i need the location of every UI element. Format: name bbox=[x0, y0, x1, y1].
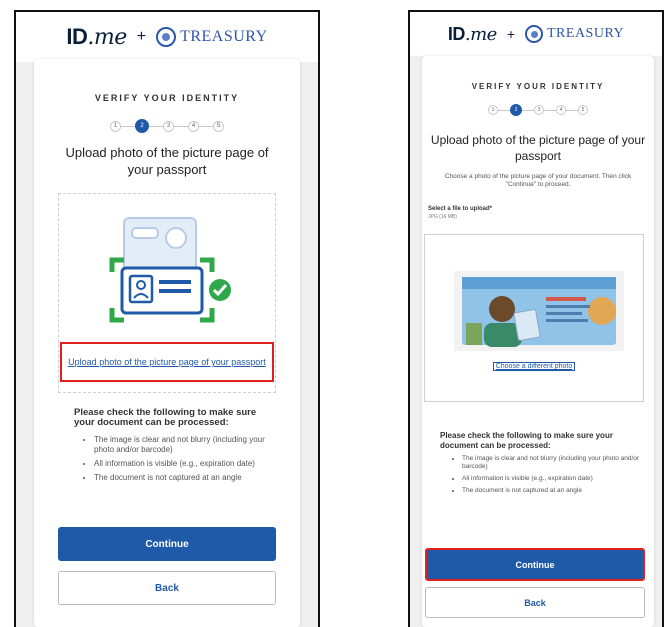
checklist-title: Please check the following to make sure … bbox=[74, 407, 257, 428]
step-title: VERIFY YOUR IDENTITY bbox=[471, 82, 605, 91]
back-button[interactable]: Back bbox=[58, 571, 276, 605]
step-2-active: 2 bbox=[510, 104, 522, 116]
treasury-logo-text: TREASURY bbox=[180, 28, 268, 45]
step-connector bbox=[149, 125, 163, 127]
checklist-item: The document is not captured at an angle bbox=[94, 473, 278, 483]
instruction-text: Choose a photo of the picture page of yo… bbox=[444, 173, 632, 188]
checklist-item: The image is clear and not blurry (inclu… bbox=[94, 435, 278, 455]
page-title: Upload photo of the picture page of your… bbox=[65, 145, 269, 177]
step-connector bbox=[544, 109, 556, 111]
step-connector bbox=[566, 109, 578, 111]
step-5: 5 bbox=[578, 105, 588, 115]
checklist: The image is clear and not blurry (inclu… bbox=[448, 455, 646, 499]
step-connector bbox=[174, 125, 188, 127]
step-1: 1 bbox=[488, 105, 498, 115]
progress-stepper: 1 2 3 4 5 bbox=[422, 104, 654, 116]
id-card-scan-icon bbox=[109, 217, 231, 323]
header-bar: ID.me + TREASURY bbox=[410, 12, 662, 56]
step-connector bbox=[498, 109, 510, 111]
continue-button[interactable]: Continue bbox=[58, 527, 276, 561]
checklist-item: The image is clear and not blurry (inclu… bbox=[462, 455, 646, 471]
upload-preview-box: Choose a different photo bbox=[424, 234, 644, 402]
verification-card: VERIFY YOUR IDENTITY 1 2 3 4 5 Upload ph… bbox=[422, 56, 654, 627]
plus-sign: + bbox=[136, 28, 147, 45]
choose-different-photo-link[interactable]: Choose a different photo bbox=[425, 362, 643, 371]
treasury-seal-icon bbox=[156, 27, 177, 47]
checklist-title: Please check the following to make sure … bbox=[440, 431, 613, 450]
treasury-seal-icon bbox=[525, 25, 543, 43]
step-connector bbox=[199, 125, 213, 127]
treasury-logo-text: TREASURY bbox=[547, 26, 625, 41]
page-title: Upload photo of the picture page of your… bbox=[430, 133, 646, 163]
right-screen: ID.me + TREASURY VERIFY YOUR IDENTITY 1 … bbox=[408, 10, 664, 627]
plus-sign: + bbox=[506, 26, 515, 42]
checklist: The image is clear and not blurry (inclu… bbox=[80, 435, 278, 487]
back-button[interactable]: Back bbox=[425, 587, 645, 618]
step-title: VERIFY YOUR IDENTITY bbox=[94, 93, 240, 103]
checklist-item: The document is not captured at an angle bbox=[462, 487, 646, 495]
step-4: 4 bbox=[188, 120, 199, 132]
checklist-item: All information is visible (e.g., expira… bbox=[462, 475, 646, 483]
left-screen: ID.me + TREASURY VERIFY YOUR IDENTITY 1 … bbox=[14, 10, 320, 627]
checklist-item: All information is visible (e.g., expira… bbox=[94, 459, 278, 469]
verification-card: VERIFY YOUR IDENTITY 1 2 3 4 5 Upload ph… bbox=[34, 59, 300, 627]
step-4: 4 bbox=[556, 105, 566, 115]
file-upload-hint: JPG (16 MB) bbox=[428, 214, 457, 220]
passport-preview-image bbox=[454, 271, 624, 351]
idme-logo: ID.me bbox=[66, 24, 127, 50]
step-2-active: 2 bbox=[135, 119, 149, 133]
step-1: 1 bbox=[110, 120, 121, 132]
upload-photo-link[interactable]: Upload photo of the picture page of your… bbox=[60, 342, 274, 382]
step-3: 3 bbox=[534, 105, 544, 115]
step-connector bbox=[522, 109, 534, 111]
file-upload-label: Select a file to upload* bbox=[428, 206, 493, 212]
continue-button[interactable]: Continue bbox=[425, 548, 645, 581]
progress-stepper: 1 2 3 4 5 bbox=[34, 119, 300, 133]
step-connector bbox=[121, 125, 135, 127]
step-3: 3 bbox=[163, 120, 174, 132]
header-bar: ID.me + TREASURY bbox=[16, 12, 318, 62]
idme-logo: ID.me bbox=[447, 23, 497, 45]
step-5: 5 bbox=[213, 120, 224, 132]
